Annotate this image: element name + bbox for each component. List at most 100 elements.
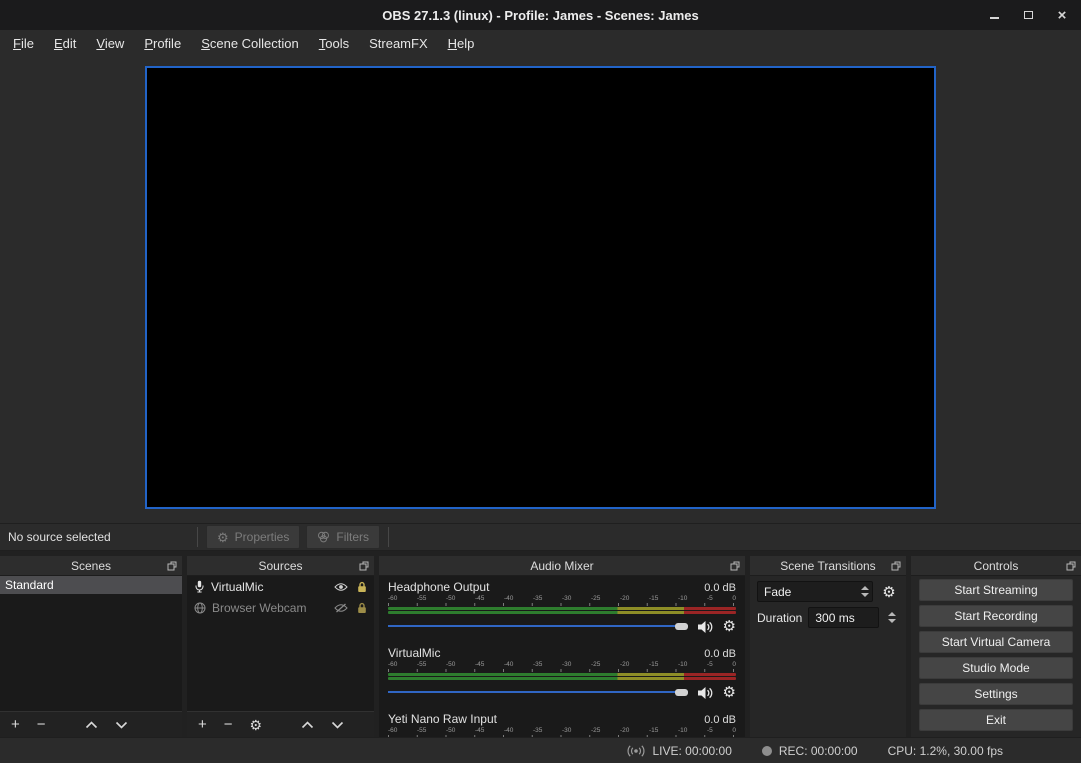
move-scene-up-button[interactable] xyxy=(85,721,98,729)
volume-slider[interactable] xyxy=(388,619,688,634)
popout-icon[interactable] xyxy=(358,560,370,572)
duration-spin-arrows[interactable] xyxy=(885,612,899,623)
start-recording-button[interactable]: Start Recording xyxy=(919,605,1073,627)
menu-streamfx[interactable]: StreamFX xyxy=(359,32,438,55)
menu-edit[interactable]: Edit xyxy=(44,32,86,55)
start-streaming-button[interactable]: Start Streaming xyxy=(919,579,1073,601)
volume-meter xyxy=(388,673,736,680)
scene-transitions-header[interactable]: Scene Transitions xyxy=(750,556,906,576)
studio-mode-button[interactable]: Studio Mode xyxy=(919,657,1073,679)
lock-icon[interactable] xyxy=(357,602,367,614)
slider-track xyxy=(388,691,688,693)
speaker-icon[interactable] xyxy=(697,686,714,700)
channel-name: VirtualMic xyxy=(388,646,440,660)
channel-settings-gear[interactable]: ⚙ xyxy=(723,685,736,700)
scene-item-standard[interactable]: Standard xyxy=(0,576,182,594)
channel-volume-db: 0.0 dB xyxy=(704,648,736,660)
maximize-icon xyxy=(1024,11,1033,19)
source-status-label: No source selected xyxy=(0,530,192,544)
move-scene-down-button[interactable] xyxy=(115,721,128,729)
maximize-button[interactable] xyxy=(1019,6,1037,24)
sources-toolbar: + − ⚙ xyxy=(187,711,374,737)
transition-select[interactable]: Fade xyxy=(757,581,873,602)
remove-source-button[interactable]: − xyxy=(224,717,233,732)
scene-transitions-title: Scene Transitions xyxy=(780,559,875,573)
controls-panel-title: Controls xyxy=(974,559,1019,573)
spin-up-icon xyxy=(888,612,896,616)
controls-panel: Controls Start Streaming Start Recording… xyxy=(911,556,1081,737)
scenes-panel: Scenes Standard + − xyxy=(0,556,182,737)
popout-icon[interactable] xyxy=(890,560,902,572)
meter-tickmarks xyxy=(388,669,736,672)
close-button[interactable]: × xyxy=(1053,6,1071,24)
scene-transitions-panel: Scene Transitions Fade ⚙ Duration 3 xyxy=(750,556,906,737)
properties-button[interactable]: ⚙ Properties xyxy=(206,525,300,549)
channel-name: Yeti Nano Raw Input xyxy=(388,712,497,726)
source-item-browser-webcam[interactable]: Browser Webcam xyxy=(187,597,374,618)
meter-tickmarks xyxy=(388,735,736,737)
volume-meter xyxy=(388,607,736,614)
menu-tools[interactable]: Tools xyxy=(309,32,359,55)
popout-icon[interactable] xyxy=(729,560,741,572)
minimize-button[interactable] xyxy=(985,6,1003,24)
lock-icon[interactable] xyxy=(357,581,367,593)
volume-slider[interactable] xyxy=(388,685,688,700)
preview-canvas[interactable] xyxy=(145,66,936,509)
remove-scene-button[interactable]: − xyxy=(37,717,46,732)
mixer-channel-headphone-output: Headphone Output 0.0 dB -60-55-50-45-40-… xyxy=(388,580,736,634)
source-properties-gear-button[interactable]: ⚙ xyxy=(250,718,263,732)
combo-arrows[interactable] xyxy=(858,586,872,597)
mixer-channel-virtualmic: VirtualMic 0.0 dB -60-55-50-45-40-35-30-… xyxy=(388,646,736,700)
source-toolbar: No source selected ⚙ Properties Filters xyxy=(0,523,1081,551)
duration-spinbox[interactable]: 300 ms xyxy=(808,607,879,628)
scenes-toolbar: + − xyxy=(0,711,182,737)
chevron-up-icon xyxy=(861,586,869,590)
sources-panel-header[interactable]: Sources xyxy=(187,556,374,576)
audio-mixer-header[interactable]: Audio Mixer xyxy=(379,556,745,576)
window-title: OBS 27.1.3 (linux) - Profile: James - Sc… xyxy=(382,8,698,23)
scenes-panel-header[interactable]: Scenes xyxy=(0,556,182,576)
scene-transitions-body: Fade ⚙ Duration 300 ms xyxy=(750,576,906,737)
rec-status: REC: 00:00:00 xyxy=(762,744,858,758)
slider-handle[interactable] xyxy=(675,689,688,696)
settings-button[interactable]: Settings xyxy=(919,683,1073,705)
move-source-down-button[interactable] xyxy=(331,721,344,729)
start-virtual-camera-button[interactable]: Start Virtual Camera xyxy=(919,631,1073,653)
live-time: LIVE: 00:00:00 xyxy=(652,744,731,758)
transition-settings-gear[interactable]: ⚙ xyxy=(879,582,899,602)
speaker-icon[interactable] xyxy=(697,620,714,634)
transition-selected-value: Fade xyxy=(758,585,858,599)
meter-scale: -60-55-50-45-40-35-30-25-20-15-10-50 xyxy=(388,661,736,669)
popout-icon[interactable] xyxy=(1065,560,1077,572)
preview-area xyxy=(0,57,1081,523)
exit-button[interactable]: Exit xyxy=(919,709,1073,731)
status-bar: LIVE: 00:00:00 REC: 00:00:00 CPU: 1.2%, … xyxy=(0,737,1081,763)
eye-icon[interactable] xyxy=(334,582,348,592)
source-item-label: VirtualMic xyxy=(211,580,263,594)
move-source-up-button[interactable] xyxy=(301,721,314,729)
title-bar: OBS 27.1.3 (linux) - Profile: James - Sc… xyxy=(0,0,1081,30)
popout-icon[interactable] xyxy=(166,560,178,572)
eye-slash-icon[interactable] xyxy=(334,603,348,613)
rec-time: REC: 00:00:00 xyxy=(779,744,858,758)
add-source-button[interactable]: + xyxy=(198,717,207,732)
slider-handle[interactable] xyxy=(675,623,688,630)
scenes-panel-title: Scenes xyxy=(71,559,111,573)
scenes-list: Standard xyxy=(0,576,182,711)
menu-file[interactable]: File xyxy=(3,32,44,55)
menu-scene-collection[interactable]: Scene Collection xyxy=(191,32,309,55)
menu-view[interactable]: View xyxy=(86,32,134,55)
channel-settings-gear[interactable]: ⚙ xyxy=(723,619,736,634)
audio-mixer-title: Audio Mixer xyxy=(530,559,593,573)
duration-value: 300 ms xyxy=(809,611,878,625)
filters-button[interactable]: Filters xyxy=(306,525,380,549)
channel-name: Headphone Output xyxy=(388,580,489,594)
source-item-label: Browser Webcam xyxy=(212,601,306,615)
menu-help[interactable]: Help xyxy=(438,32,485,55)
add-scene-button[interactable]: + xyxy=(11,717,20,732)
duration-label: Duration xyxy=(757,611,802,625)
menu-profile[interactable]: Profile xyxy=(134,32,191,55)
controls-panel-header[interactable]: Controls xyxy=(911,556,1081,576)
audio-mixer-body: Headphone Output 0.0 dB -60-55-50-45-40-… xyxy=(379,576,745,737)
source-item-virtualmic[interactable]: VirtualMic xyxy=(187,576,374,597)
